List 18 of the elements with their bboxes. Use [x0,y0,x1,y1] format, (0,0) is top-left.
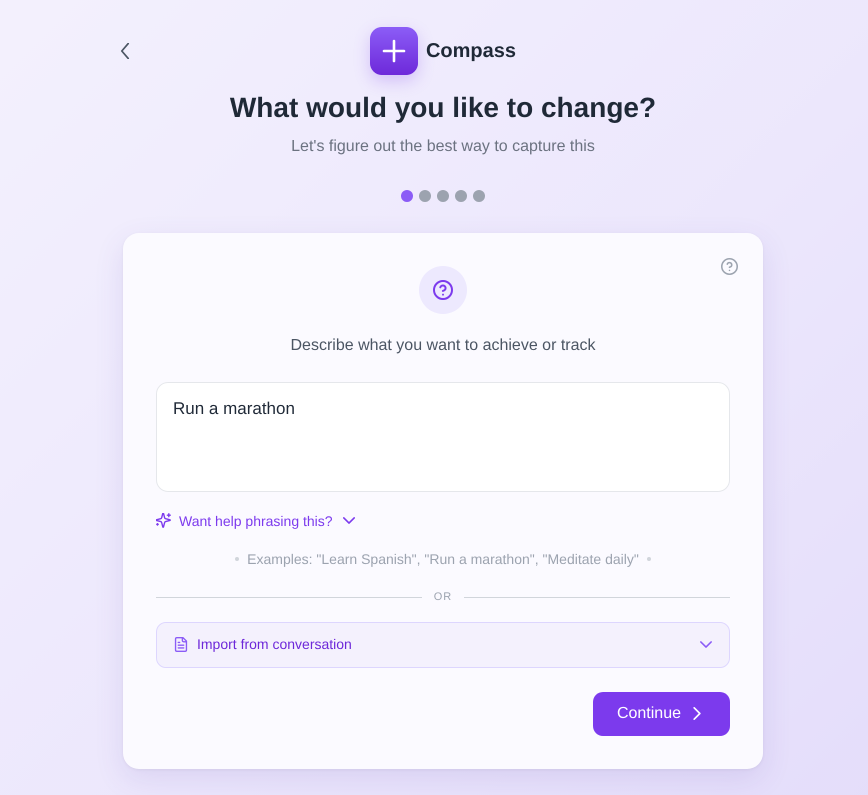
sparkle-icon [156,513,171,528]
document-icon [174,637,188,652]
examples-text: Examples: "Learn Spanish", "Run a marathon", "Meditate daily" [247,550,639,569]
plus-logo-icon [370,27,418,75]
bullet-dot-icon [646,556,651,561]
page-title: What would you like to change? [228,91,658,125]
chevron-left-icon [120,43,130,59]
chevron-right-icon [693,707,701,720]
import-dropdown[interactable]: Import from conversation [156,622,730,668]
answer-field[interactable]: Run a marathon [156,382,730,492]
help-icon [721,258,738,275]
bullet-dot-icon [235,556,240,561]
continue-button[interactable]: Continue [592,692,730,736]
page-subtitle: Let's figure out the best way to capture this [290,136,596,157]
help-phrasing-link[interactable]: Want help phrasing this? [156,510,355,531]
prompt-text: Describe what you want to achieve or track [289,336,597,356]
divider-label: OR [434,590,452,606]
app-name: Compass [426,39,516,64]
